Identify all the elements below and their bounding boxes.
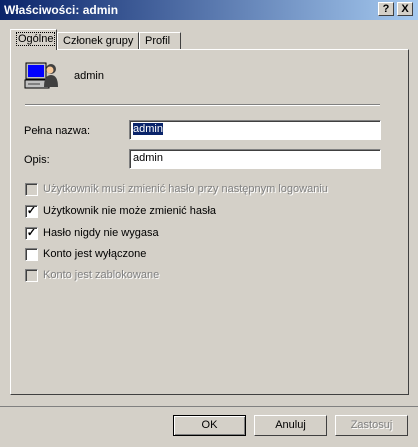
full-name-label: Pełna nazwa: (24, 125, 91, 137)
option-cannot-change-password-label[interactable]: Użytkownik nie może zmienić hasła (43, 205, 216, 217)
cancel-button[interactable]: Anuluj (254, 415, 327, 436)
tab-general-label: Ogólne (16, 32, 56, 46)
option-account-disabled-label[interactable]: Konto jest wyłączone (43, 248, 146, 260)
full-name-value: admin (133, 123, 163, 135)
tab-profile-label: Profil (145, 35, 171, 47)
title-bar[interactable]: Właściwości: admin ? X (0, 0, 418, 20)
option-password-never-expires-label[interactable]: Hasło nigdy nie wygasa (43, 227, 159, 239)
close-button[interactable]: X (397, 2, 413, 16)
option-account-locked-label: Konto jest zablokowane (43, 269, 160, 281)
ok-button[interactable]: OK (173, 415, 246, 436)
tab-member-of-label: Członek grupy (63, 35, 134, 47)
tab-profile[interactable]: Profil (139, 32, 181, 49)
description-value: admin (133, 152, 163, 164)
footer-separator (0, 406, 418, 407)
checkbox-must-change-password (25, 183, 38, 196)
apply-button-label: Zastosuj (350, 419, 393, 431)
apply-button: Zastosuj (335, 415, 408, 436)
separator (25, 104, 380, 106)
checkbox-account-locked (25, 269, 38, 282)
tab-general[interactable]: Ogólne (10, 29, 57, 50)
user-name: admin (74, 70, 104, 82)
checkbox-password-never-expires[interactable]: ✓ (25, 227, 38, 240)
checkbox-account-disabled[interactable] (25, 248, 38, 261)
full-name-field[interactable]: admin (129, 120, 381, 140)
tab-panel-general (10, 49, 409, 395)
option-must-change-password-label: Użytkownik musi zmienić hasło przy nastę… (43, 183, 328, 195)
window-title: Właściwości: admin (4, 3, 119, 17)
help-button[interactable]: ? (378, 2, 394, 16)
tab-member-of[interactable]: Członek grupy (57, 32, 139, 49)
description-label: Opis: (24, 154, 50, 166)
checkbox-cannot-change-password[interactable]: ✓ (25, 205, 38, 218)
user-computer-icon (24, 60, 58, 94)
description-field[interactable]: admin (129, 149, 381, 169)
